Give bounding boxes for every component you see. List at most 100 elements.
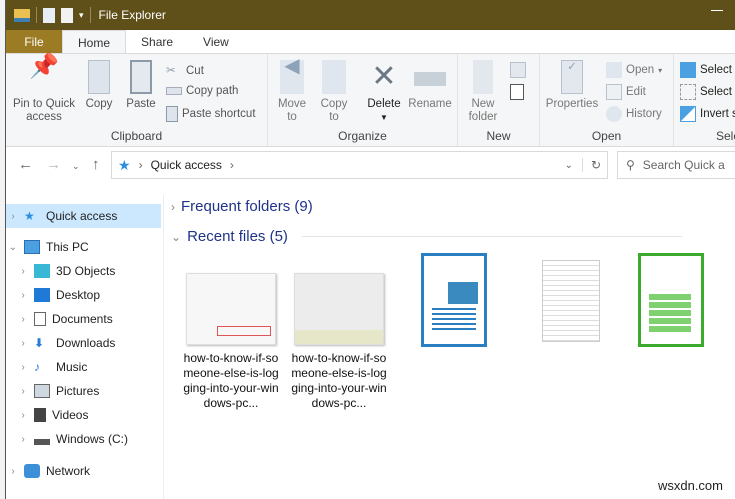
invert-selection-icon xyxy=(680,106,696,122)
network-icon xyxy=(24,464,40,478)
tab-file[interactable]: File xyxy=(6,30,62,54)
properties-icon: ✓ xyxy=(561,60,583,94)
cut-button[interactable]: ✂Cut xyxy=(166,63,204,79)
window-title: File Explorer xyxy=(99,8,166,22)
paste-shortcut-button[interactable]: Paste shortcut xyxy=(166,106,256,122)
document-icon xyxy=(34,312,46,326)
pin-icon: 📌 xyxy=(28,60,60,94)
edit-button[interactable]: Edit xyxy=(606,84,646,100)
music-icon: ♪ xyxy=(34,360,50,374)
new-folder-quick-icon[interactable] xyxy=(61,8,73,23)
sidebar-item-music[interactable]: ›♪Music xyxy=(6,355,161,379)
recent-file-item[interactable] xyxy=(404,253,504,347)
forward-arrow-icon[interactable]: → xyxy=(46,156,61,173)
invert-selection-button[interactable]: Invert s xyxy=(680,106,735,122)
back-arrow-icon[interactable]: ← xyxy=(18,156,33,173)
cube-icon xyxy=(34,264,50,278)
group-label: Clipboard xyxy=(6,129,267,143)
customize-toolbar-icon[interactable]: ▾ xyxy=(79,10,84,21)
frequent-folders-header[interactable]: ›Frequent folders (9) xyxy=(171,198,313,215)
quick-access-star-icon: ★ xyxy=(118,157,131,174)
copy-path-button[interactable]: Copy path xyxy=(166,85,238,97)
file-explorer-window: ▾ File Explorer File Home Share View 📌Pi… xyxy=(6,0,735,499)
recent-file-item[interactable]: how-to-know-if-someone-else-is-logging-i… xyxy=(181,273,281,411)
new-group: New folder New xyxy=(458,54,540,146)
copy-to-button[interactable]: Copy to xyxy=(316,60,352,124)
image-thumbnail xyxy=(294,273,384,345)
organize-group: ◀Move to Copy to ✕Delete▼ Rename Organiz… xyxy=(268,54,458,146)
tab-home[interactable]: Home xyxy=(62,30,126,54)
copy-button[interactable]: Copy xyxy=(82,60,116,111)
search-icon: ⚲ xyxy=(626,158,635,172)
new-folder-button[interactable]: New folder xyxy=(462,60,504,124)
sidebar-item-network[interactable]: ›Network xyxy=(6,459,161,483)
scissors-icon: ✂ xyxy=(166,63,182,79)
open-icon xyxy=(606,62,622,78)
search-box[interactable]: ⚲ Search Quick a xyxy=(617,151,735,179)
folder-icon xyxy=(14,9,30,22)
tab-view[interactable]: View xyxy=(188,30,244,54)
select-group: Select a Select Invert s Sele xyxy=(674,54,735,146)
open-button[interactable]: Open▾ xyxy=(606,62,662,78)
navigation-bar: ← → ⌄ ↑ ★ › Quick access › ⌄ ↻ ⚲ Search … xyxy=(6,150,735,182)
download-icon: ⬇ xyxy=(34,336,50,350)
move-icon: ◀ xyxy=(280,60,304,94)
move-to-button[interactable]: ◀Move to xyxy=(274,60,310,124)
search-input[interactable]: Search Quick a xyxy=(643,158,725,172)
group-label: Open xyxy=(540,129,673,143)
history-button[interactable]: History xyxy=(606,106,662,122)
navigation-pane: ›★Quick access ⌄This PC ›3D Objects ›Des… xyxy=(6,195,164,499)
tab-share[interactable]: Share xyxy=(126,30,188,54)
sidebar-item-downloads[interactable]: ›⬇Downloads xyxy=(6,331,161,355)
minimize-button[interactable] xyxy=(711,10,723,11)
delete-x-icon: ✕ xyxy=(368,60,400,94)
image-thumbnail xyxy=(186,273,276,345)
open-group: ✓Properties Open▾ Edit History Open xyxy=(540,54,674,146)
sidebar-item-windows-c[interactable]: ›Windows (C:) xyxy=(6,427,161,451)
file-list: ›Frequent folders (9) ⌄Recent files (5) … xyxy=(166,185,735,499)
pictures-icon xyxy=(34,384,50,398)
new-folder-icon xyxy=(473,60,493,94)
recent-file-item[interactable] xyxy=(521,260,621,342)
up-arrow-icon[interactable]: ↑ xyxy=(92,156,100,173)
sidebar-item-this-pc[interactable]: ⌄This PC xyxy=(6,235,161,259)
new-item-icon[interactable] xyxy=(510,62,526,78)
recent-files-header[interactable]: ⌄Recent files (5) xyxy=(171,228,682,245)
paste-button[interactable]: Paste xyxy=(124,60,158,111)
copy-to-icon xyxy=(322,60,346,94)
clipboard-icon xyxy=(130,60,152,94)
recent-file-item[interactable] xyxy=(621,253,721,347)
properties-quick-icon[interactable] xyxy=(43,8,55,23)
select-all-button[interactable]: Select a xyxy=(680,62,735,78)
breadcrumb-quick-access[interactable]: Quick access xyxy=(151,158,222,172)
copy-icon xyxy=(88,60,110,94)
select-none-button[interactable]: Select xyxy=(680,84,732,100)
group-label: Sele xyxy=(674,129,735,143)
delete-button[interactable]: ✕Delete▼ xyxy=(364,60,404,124)
recent-locations-icon[interactable]: ⌄ xyxy=(72,161,80,172)
sidebar-item-documents[interactable]: ›Documents xyxy=(6,307,161,331)
drive-icon xyxy=(34,439,50,445)
sidebar-item-videos[interactable]: ›Videos xyxy=(6,403,161,427)
properties-button[interactable]: ✓Properties xyxy=(542,60,602,111)
star-icon: ★ xyxy=(24,209,40,223)
recent-file-item[interactable]: how-to-know-if-someone-else-is-logging-i… xyxy=(289,273,389,411)
sidebar-item-pictures[interactable]: ›Pictures xyxy=(6,379,161,403)
text-document-icon xyxy=(542,260,600,342)
easy-access-icon[interactable] xyxy=(510,84,524,100)
group-label: Organize xyxy=(268,129,457,143)
videos-icon xyxy=(34,408,46,422)
select-all-icon xyxy=(680,62,696,78)
pin-button[interactable]: 📌Pin to Quick access xyxy=(8,60,80,124)
address-dropdown-icon[interactable]: ⌄ xyxy=(565,160,573,171)
sidebar-item-3d-objects[interactable]: ›3D Objects xyxy=(6,259,161,283)
address-bar[interactable]: ★ › Quick access › ⌄ ↻ xyxy=(111,151,608,179)
desktop-icon xyxy=(34,288,50,302)
sidebar-item-desktop[interactable]: ›Desktop xyxy=(6,283,161,307)
computer-icon xyxy=(24,240,40,254)
refresh-icon[interactable]: ↻ xyxy=(582,158,601,172)
libreoffice-calc-icon xyxy=(638,253,704,347)
rename-icon xyxy=(414,72,446,86)
sidebar-item-quick-access[interactable]: ›★Quick access xyxy=(6,204,161,228)
rename-button[interactable]: Rename xyxy=(406,60,454,111)
